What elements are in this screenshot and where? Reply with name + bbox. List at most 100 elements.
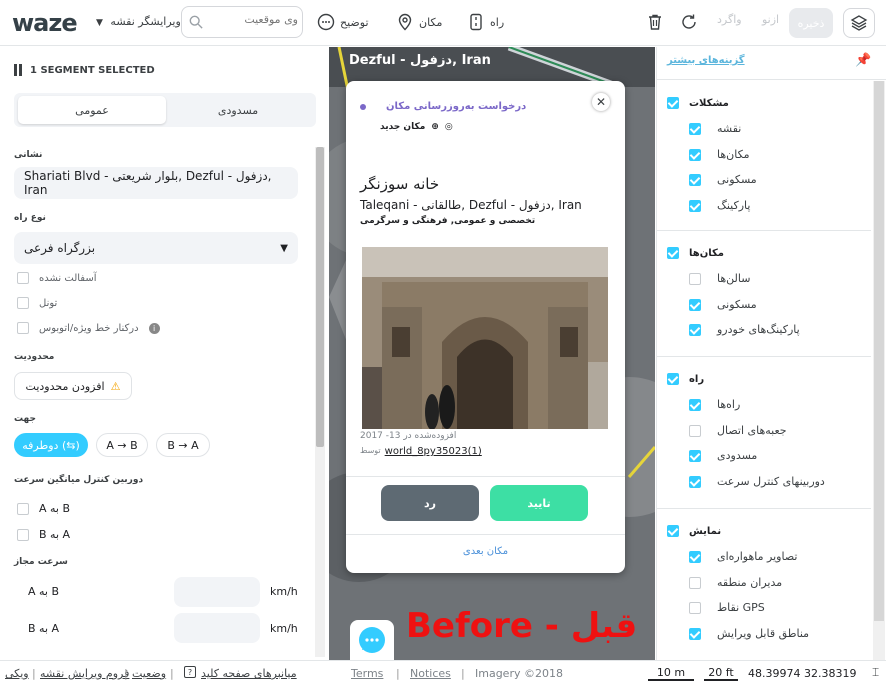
layer-item-checkbox[interactable] <box>689 298 701 311</box>
footer-bar: ویکی | فروم ویرایش نقشه | وضعیت | ? میان… <box>0 660 886 685</box>
layer-item-label: جعبه‌های اتصال <box>717 423 787 437</box>
layer-item-label: مدیران منطقه <box>717 575 783 589</box>
layer-group-checkbox[interactable] <box>667 373 679 385</box>
layer-item-checkbox[interactable] <box>689 148 701 161</box>
speed-limit-label: سرعت مجاز <box>14 557 68 567</box>
approve-button[interactable]: تایید <box>490 485 588 521</box>
add-restriction-button[interactable]: افزودن محدودیت ⚠ <box>14 372 132 400</box>
delete-button[interactable] <box>646 13 664 31</box>
next-place-link[interactable]: مکان بعدی <box>346 546 625 557</box>
reload-button[interactable] <box>680 13 698 31</box>
direction-two-way[interactable]: دوطرفه (⇆) <box>14 433 88 457</box>
direction-a-to-b[interactable]: A → B <box>96 433 148 457</box>
tunnel-checkbox[interactable] <box>17 297 29 309</box>
speed-a-b-input[interactable] <box>174 577 260 607</box>
help-icon[interactable]: ? <box>184 666 196 678</box>
place-tool[interactable]: مکان <box>396 13 442 31</box>
card-divider <box>346 476 625 477</box>
layer-item-checkbox[interactable] <box>689 450 701 462</box>
layer-item-checkbox[interactable] <box>689 551 701 563</box>
address-field[interactable]: Shariati Blvd - بلوار شریعتی, Dezful - د… <box>14 167 298 199</box>
reject-button[interactable]: رد <box>381 485 479 521</box>
footer-forum[interactable]: فروم ویرایش نقشه <box>40 667 129 680</box>
footer-status[interactable]: وضعیت <box>132 667 166 680</box>
segment-count: 1 SEGMENT SELECTED <box>30 64 155 76</box>
eye-icon: ◎ <box>444 122 453 132</box>
request-title: درخواست به‌روزرسانی مکان <box>386 101 527 112</box>
info-icon[interactable]: i <box>148 322 160 334</box>
card-divider-2 <box>346 534 625 535</box>
layer-item-label: مسدودی <box>717 449 758 462</box>
layer-item-checkbox[interactable] <box>689 627 701 640</box>
avg-speed-a-b-checkbox[interactable] <box>17 502 29 515</box>
road-tool[interactable]: راه <box>467 13 504 31</box>
panel-scrollbar-thumb[interactable] <box>316 147 324 447</box>
editor-menu-label: ویرایشگر نقشه <box>110 15 181 28</box>
layer-item-checkbox[interactable] <box>689 324 701 336</box>
footer-terms[interactable]: Terms <box>351 667 383 680</box>
added-by-user[interactable]: world_8py35023(1) <box>385 446 482 457</box>
map-coordinates: 48.39974 32.38319 <box>748 667 857 680</box>
search-box[interactable] <box>181 6 303 38</box>
avg-speed-b-a-checkbox[interactable] <box>17 528 29 541</box>
layer-item-checkbox[interactable] <box>689 424 701 437</box>
road-type-select[interactable]: بزرگراه فرعی ▼ <box>14 232 298 264</box>
road-type-value: بزرگراه فرعی <box>24 241 96 255</box>
layer-item-checkbox[interactable] <box>689 602 701 614</box>
tab-general[interactable]: عمومی <box>18 96 166 124</box>
layer-group-title: راه <box>689 374 705 385</box>
layers-scrollbar-thumb[interactable] <box>874 81 884 621</box>
close-icon[interactable]: ✕ <box>592 93 610 111</box>
address-label: نشانی <box>14 150 43 160</box>
layer-group-checkbox[interactable] <box>667 247 679 259</box>
footer-wiki[interactable]: ویکی <box>5 667 29 680</box>
tunnel-label: تونل <box>39 297 58 309</box>
layer-group: راه راه‌ها جعبه‌های اتصال مسدودی دوربینهای ک… <box>657 357 871 509</box>
unpaved-checkbox-row[interactable]: آسفالت نشده <box>17 272 97 284</box>
layer-item-checkbox[interactable] <box>689 174 701 186</box>
road-type-label: نوع راه <box>14 213 46 223</box>
new-place-label: مکان جدید <box>380 122 426 132</box>
layer-item-checkbox[interactable] <box>689 123 701 135</box>
layer-group-checkbox[interactable] <box>667 525 679 537</box>
tunnel-checkbox-row[interactable]: تونل <box>17 297 57 309</box>
place-photo[interactable] <box>362 247 608 429</box>
avg-speed-b-a-row[interactable]: B به A <box>17 528 70 541</box>
save-button[interactable]: ذخیره <box>789 8 833 38</box>
pin-icon[interactable]: 📌 <box>855 53 871 68</box>
place-name: خانه سوزنگر <box>360 175 440 193</box>
editor-menu[interactable]: ▼ ویرایشگر نقشه <box>96 15 181 28</box>
layer-group: مشکلات نقشه مکان‌ها مسکونی پارکینگ <box>657 81 871 231</box>
search-input[interactable] <box>208 13 298 26</box>
refresh-icon <box>682 14 696 29</box>
redo-button[interactable]: ازنو <box>762 13 779 26</box>
waze-logo[interactable]: waze <box>12 9 78 37</box>
warning-icon: ⚠ <box>110 379 121 393</box>
undo-label: واگرد <box>717 13 742 26</box>
avg-speed-a-b-row[interactable]: A به B <box>17 502 70 515</box>
footer-sep: | <box>461 667 465 680</box>
layer-group-checkbox[interactable] <box>667 97 679 109</box>
bus-lane-checkbox-row[interactable]: درکنار خط ویژه/اتوبوس i <box>17 322 160 334</box>
chevron-down-icon: ▼ <box>96 18 103 28</box>
place-update-card: ✕ درخواست به‌روزرسانی مکان مکان جدید ⊕ ◎… <box>346 81 625 573</box>
speed-b-a-input[interactable] <box>174 613 260 643</box>
footer-notices[interactable]: Notices <box>410 667 451 680</box>
describe-tool[interactable]: توضیح <box>317 13 369 31</box>
layer-item-checkbox[interactable] <box>689 576 701 589</box>
footer-shortcuts[interactable]: میانبرهای صفحه کلید <box>201 667 297 680</box>
footer-sep: | <box>396 667 400 680</box>
ruler-icon[interactable]: ⌶ <box>872 665 879 680</box>
layer-item-checkbox[interactable] <box>689 273 701 285</box>
bus-lane-checkbox[interactable] <box>17 322 29 334</box>
layers-button[interactable] <box>843 8 875 38</box>
layer-item-checkbox[interactable] <box>689 399 701 411</box>
layer-item-checkbox[interactable] <box>689 475 701 488</box>
undo-button[interactable]: واگرد <box>717 13 742 26</box>
more-options-link[interactable]: گزینه‌های بیشتر <box>667 55 745 66</box>
chat-button[interactable] <box>350 620 394 660</box>
direction-b-to-a[interactable]: B → A <box>156 433 210 457</box>
tab-closures[interactable]: مسدودی <box>164 96 312 124</box>
unpaved-checkbox[interactable] <box>17 272 29 284</box>
layer-item-checkbox[interactable] <box>689 199 701 212</box>
